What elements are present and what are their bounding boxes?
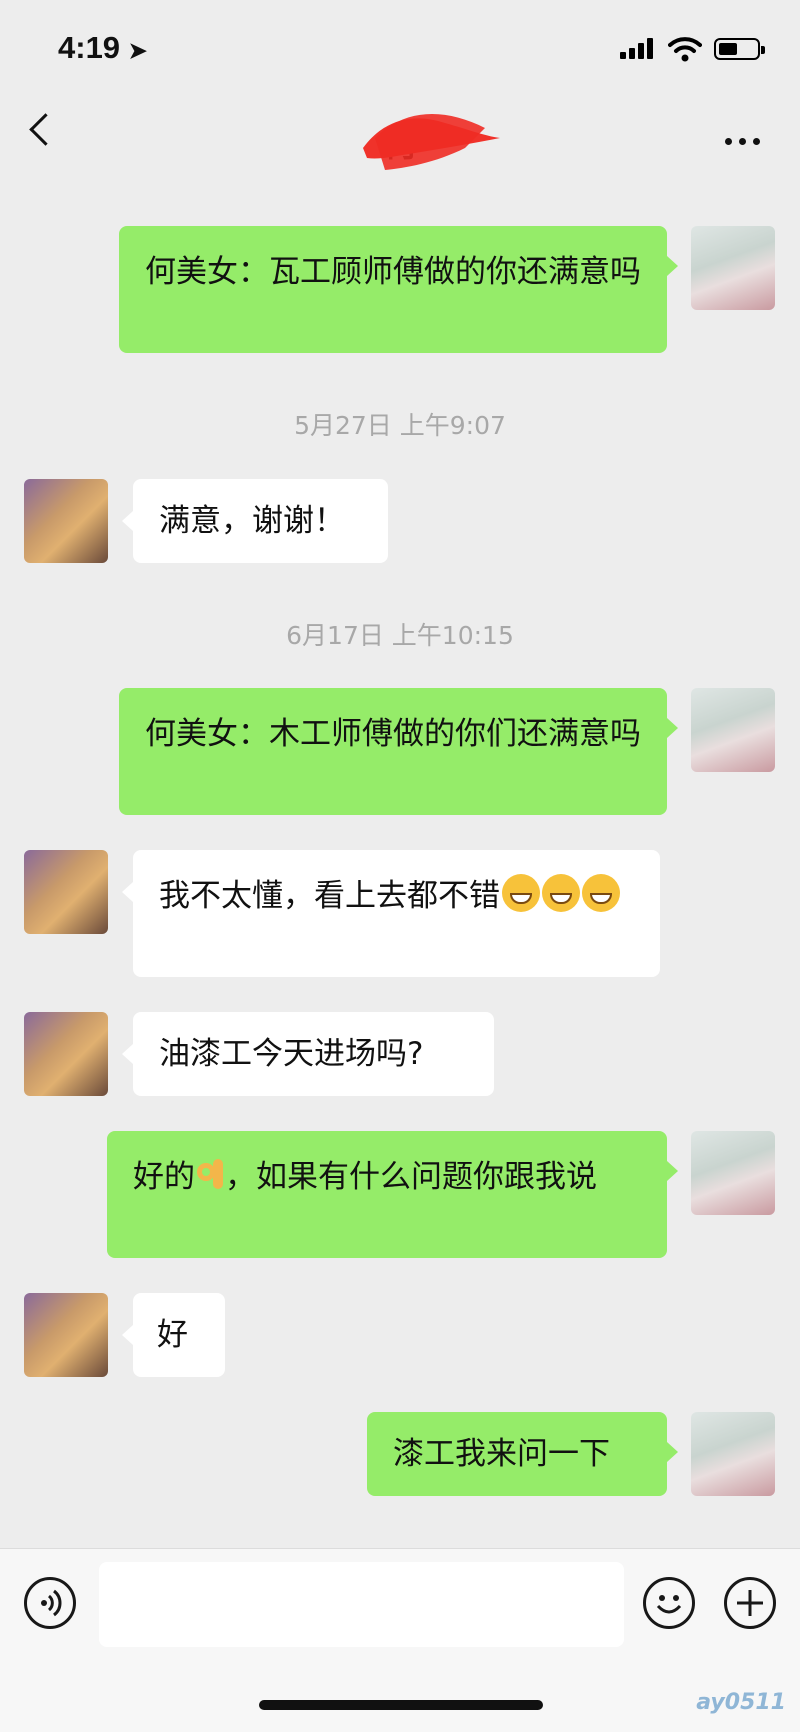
message-text: 何美女：瓦工顾师傅做的你还满意吗 (145, 254, 641, 290)
redaction-scribble (363, 114, 500, 170)
grin-emoji-icon (502, 874, 540, 912)
my-avatar[interactable] (691, 1131, 775, 1215)
message-text: 油漆工今天进场吗? (159, 1036, 424, 1072)
plus-icon (737, 1590, 763, 1616)
message-bubble-received[interactable]: 好 (133, 1293, 225, 1377)
grin-emoji-icon (582, 874, 620, 912)
message-bubble-received[interactable]: 满意，谢谢！ (133, 479, 388, 563)
location-arrow-icon: ➤ (128, 38, 148, 63)
emoji-button[interactable] (643, 1577, 695, 1629)
battery-icon (714, 38, 765, 60)
message-text: 好 (157, 1317, 188, 1353)
my-avatar[interactable] (691, 688, 775, 772)
ok-hand-emoji-icon (195, 1159, 225, 1193)
my-avatar[interactable] (691, 226, 775, 310)
contact-avatar[interactable] (24, 1012, 108, 1096)
voice-input-button[interactable] (24, 1577, 76, 1629)
message-text: ，如果有什么问题你跟我说 (225, 1159, 597, 1195)
home-indicator (259, 1700, 543, 1710)
bubble-tail (122, 511, 133, 531)
contact-avatar[interactable] (24, 1293, 108, 1377)
message-bubble-received[interactable]: 油漆工今天进场吗? (133, 1012, 494, 1096)
bubble-tail (667, 718, 678, 738)
message-bubble-received[interactable]: 我不太懂，看上去都不错 (133, 850, 660, 977)
timestamp: 6月17日 上午10:15 (286, 621, 514, 650)
message-text: 满意，谢谢！ (159, 503, 345, 539)
status-icons (620, 36, 765, 62)
message-bubble-sent[interactable]: 漆工我来问一下 (367, 1412, 667, 1496)
add-attachment-button[interactable] (724, 1577, 776, 1629)
my-avatar[interactable] (691, 1412, 775, 1496)
status-time: 4:19 ➤ (58, 30, 147, 66)
message-text: 我不太懂，看上去都不错 (159, 878, 500, 914)
more-options-icon[interactable] (725, 138, 760, 145)
smiley-icon (656, 1595, 682, 1614)
bubble-tail (122, 882, 133, 902)
voice-icon (41, 1589, 62, 1617)
status-time-text: 4:19 (58, 30, 121, 65)
message-bubble-sent[interactable]: 何美女：木工师傅做的你们还满意吗 (119, 688, 667, 815)
timestamp: 5月27日 上午9:07 (294, 411, 506, 440)
message-text: 何美女：木工师傅做的你们还满意吗 (145, 716, 641, 752)
cellular-signal-icon (620, 38, 656, 60)
bubble-tail (667, 1442, 678, 1462)
contact-avatar[interactable] (24, 479, 108, 563)
message-bubble-sent[interactable]: 好的 ，如果有什么问题你跟我说 (107, 1131, 667, 1258)
wifi-icon (668, 37, 702, 62)
bubble-tail (122, 1325, 133, 1345)
contact-avatar[interactable] (24, 850, 108, 934)
bubble-tail (122, 1044, 133, 1064)
message-bubble-sent[interactable]: 何美女：瓦工顾师傅做的你还满意吗 (119, 226, 667, 353)
bubble-tail (667, 256, 678, 276)
message-text: 漆工我来问一下 (393, 1436, 610, 1472)
watermark: ay0511 (696, 1690, 786, 1715)
message-input[interactable] (99, 1562, 624, 1647)
message-text: 好的 (133, 1159, 195, 1195)
bubble-tail (667, 1161, 678, 1181)
grin-emoji-icon (542, 874, 580, 912)
